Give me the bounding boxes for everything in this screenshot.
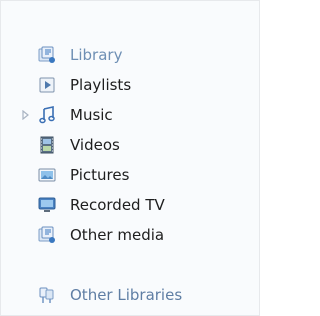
nav-item-pictures[interactable]: Pictures [1,161,241,189]
nav-item-videos[interactable]: Videos [1,131,241,159]
library-icon [38,46,56,64]
nav-item-other-media[interactable]: Other media [1,221,241,249]
nav-item-label: Other media [70,226,165,244]
music-note-icon [38,106,56,124]
nav-item-label: Other Libraries [70,286,183,304]
nav-item-label: Playlists [70,76,132,94]
other-media-icon [38,226,56,244]
nav-item-label: Pictures [70,166,130,184]
tv-icon [38,196,56,214]
nav-item-other-libraries[interactable]: Other Libraries [1,281,241,309]
nav-item-label: Music [70,106,113,124]
nav-item-label: Recorded TV [70,196,165,214]
nav-item-music[interactable]: Music [1,101,241,129]
playlist-icon [38,76,56,94]
other-libraries-icon [38,286,56,304]
expand-arrow-icon[interactable] [21,110,31,120]
nav-item-label: Videos [70,136,120,154]
picture-icon [38,166,56,184]
video-icon [38,136,56,154]
navigation-pane: Library Playlists Music Videos Pictures … [0,0,260,316]
nav-item-label: Library [70,46,123,64]
nav-item-recorded-tv[interactable]: Recorded TV [1,191,241,219]
nav-item-library[interactable]: Library [1,41,241,69]
nav-item-playlists[interactable]: Playlists [1,71,241,99]
